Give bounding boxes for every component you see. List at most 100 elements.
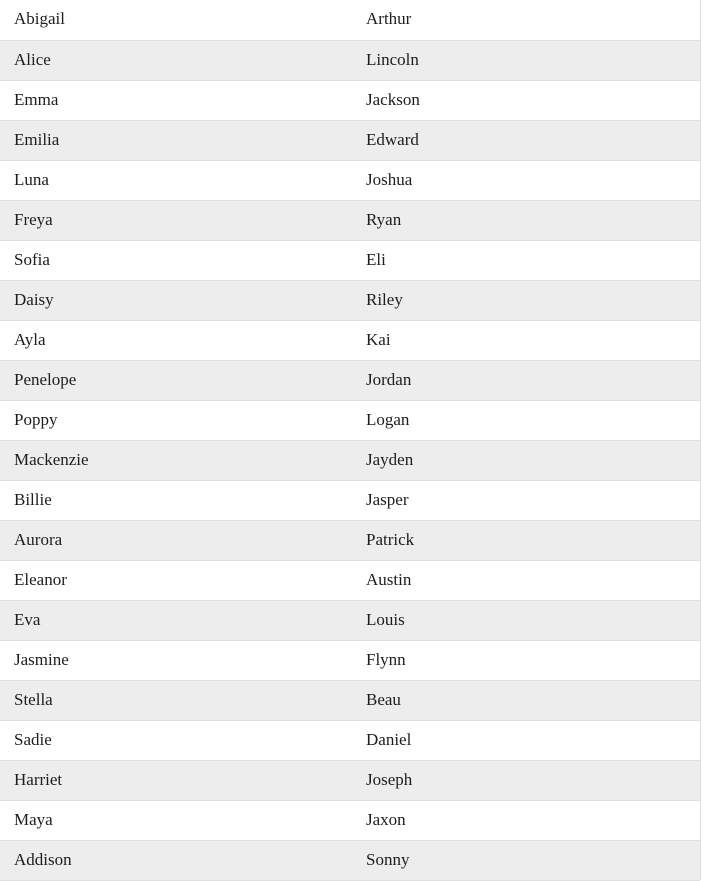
second-name-text: Sonny xyxy=(366,850,410,869)
cell-first-name: Luna xyxy=(0,159,366,201)
first-name-text: Stella xyxy=(14,690,53,709)
cell-second-name: Edward xyxy=(366,119,700,161)
second-name-text: Arthur xyxy=(366,9,412,29)
second-name-text: Jasper xyxy=(366,490,409,509)
second-name-text: Beau xyxy=(366,690,401,709)
table-row: Stella Beau xyxy=(0,679,700,721)
table-row: Emma Jackson xyxy=(0,79,700,121)
first-name-text: Eva xyxy=(14,610,41,629)
table-row: Addison Sonny xyxy=(0,839,700,881)
cell-first-name: Eleanor xyxy=(0,559,366,601)
first-name-text: Sofia xyxy=(14,250,50,269)
cell-first-name: Harriet xyxy=(0,759,366,801)
cell-first-name: Abigail xyxy=(0,0,366,41)
first-name-text: Maya xyxy=(14,810,53,829)
first-name-text: Poppy xyxy=(14,410,58,429)
cell-first-name: Sofia xyxy=(0,239,366,281)
first-name-text: Eleanor xyxy=(14,570,67,589)
first-name-text: Penelope xyxy=(14,370,77,389)
first-name-text: Abigail xyxy=(14,9,65,29)
cell-first-name: Daisy xyxy=(0,279,366,321)
first-name-text: Jasmine xyxy=(14,650,69,669)
cell-second-name: Sonny xyxy=(366,839,700,881)
table-row: Alice Lincoln xyxy=(0,39,700,81)
cell-second-name: Jayden xyxy=(366,439,700,481)
second-name-text: Riley xyxy=(366,290,403,309)
table-right-border xyxy=(700,0,701,880)
cell-first-name: Stella xyxy=(0,679,366,721)
first-name-text: Freya xyxy=(14,210,53,229)
cell-second-name: Jordan xyxy=(366,359,700,401)
cell-first-name: Poppy xyxy=(0,399,366,441)
cell-first-name: Emma xyxy=(0,79,366,121)
second-name-text: Jayden xyxy=(366,450,414,469)
table-row: Poppy Logan xyxy=(0,399,700,441)
table-row: Eleanor Austin xyxy=(0,559,700,601)
cell-second-name: Logan xyxy=(366,399,700,441)
cell-second-name: Eli xyxy=(366,239,700,281)
second-name-text: Logan xyxy=(366,410,410,429)
cell-second-name: Jackson xyxy=(366,79,700,121)
table-row: Sadie Daniel xyxy=(0,719,700,761)
second-name-text: Kai xyxy=(366,330,391,349)
table-row: Jasmine Flynn xyxy=(0,639,700,681)
second-name-text: Ryan xyxy=(366,210,402,229)
names-table-body: Abigail Arthur Alice Lincoln Emma Jackson Emil… xyxy=(0,0,700,881)
table-row: Billie Jasper xyxy=(0,479,700,521)
second-name-text: Jackson xyxy=(366,90,420,109)
cell-second-name: Daniel xyxy=(366,719,700,761)
table-row: Harriet Joseph xyxy=(0,759,700,801)
cell-first-name: Mackenzie xyxy=(0,439,366,481)
first-name-text: Ayla xyxy=(14,330,46,349)
cell-first-name: Emilia xyxy=(0,119,366,161)
cell-first-name: Eva xyxy=(0,599,366,641)
second-name-text: Lincoln xyxy=(366,50,419,69)
cell-first-name: Billie xyxy=(0,479,366,521)
cell-second-name: Lincoln xyxy=(366,39,700,81)
cell-second-name: Arthur xyxy=(366,0,700,41)
cell-second-name: Joshua xyxy=(366,159,700,201)
cell-first-name: Alice xyxy=(0,39,366,81)
cell-second-name: Flynn xyxy=(366,639,700,681)
second-name-text: Daniel xyxy=(366,730,412,749)
cell-first-name: Freya xyxy=(0,199,366,241)
table-row: Aurora Patrick xyxy=(0,519,700,561)
cell-second-name: Riley xyxy=(366,279,700,321)
table-row: Freya Ryan xyxy=(0,199,700,241)
first-name-text: Emma xyxy=(14,90,59,109)
second-name-text: Jordan xyxy=(366,370,412,389)
first-name-text: Aurora xyxy=(14,530,63,549)
cell-second-name: Jasper xyxy=(366,479,700,521)
first-name-text: Billie xyxy=(14,490,52,509)
first-name-text: Alice xyxy=(14,50,51,69)
table-row: Eva Louis xyxy=(0,599,700,641)
cell-second-name: Joseph xyxy=(366,759,700,801)
cell-second-name: Beau xyxy=(366,679,700,721)
cell-second-name: Louis xyxy=(366,599,700,641)
cell-first-name: Penelope xyxy=(0,359,366,401)
second-name-text: Patrick xyxy=(366,530,415,549)
second-name-text: Joseph xyxy=(366,770,413,789)
second-name-text: Flynn xyxy=(366,650,406,669)
table-row: Maya Jaxon xyxy=(0,799,700,841)
table-row: Ayla Kai xyxy=(0,319,700,361)
cell-first-name: Sadie xyxy=(0,719,366,761)
cell-second-name: Kai xyxy=(366,319,700,361)
first-name-text: Daisy xyxy=(14,290,54,309)
cell-second-name: Jaxon xyxy=(366,799,700,841)
cell-first-name: Ayla xyxy=(0,319,366,361)
cell-second-name: Patrick xyxy=(366,519,700,561)
table-row: Sofia Eli xyxy=(0,239,700,281)
second-name-text: Louis xyxy=(366,610,405,629)
cell-first-name: Addison xyxy=(0,839,366,881)
first-name-text: Sadie xyxy=(14,730,52,749)
cell-first-name: Maya xyxy=(0,799,366,841)
second-name-text: Austin xyxy=(366,570,412,589)
cell-second-name: Ryan xyxy=(366,199,700,241)
second-name-text: Jaxon xyxy=(366,810,406,829)
first-name-text: Mackenzie xyxy=(14,450,89,469)
cell-second-name: Austin xyxy=(366,559,700,601)
table-row: Luna Joshua xyxy=(0,159,700,201)
table-row: Daisy Riley xyxy=(0,279,700,321)
first-name-text: Harriet xyxy=(14,770,63,789)
